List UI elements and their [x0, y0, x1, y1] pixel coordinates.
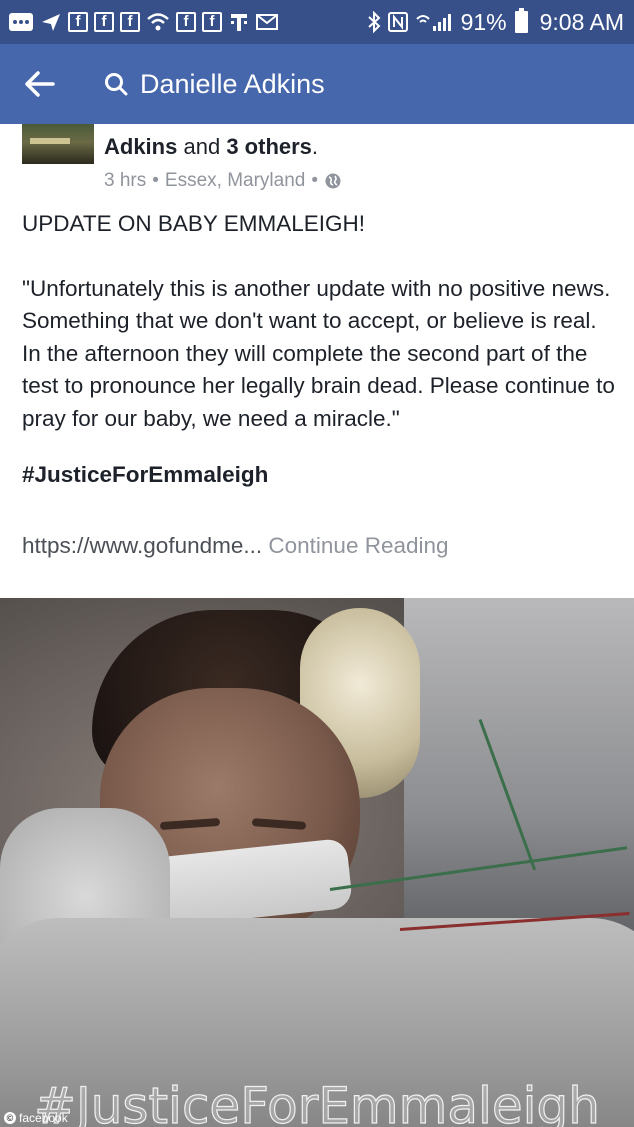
tmobile-icon: [228, 10, 250, 34]
battery-icon: [514, 8, 528, 33]
post-author-line: Adkins and 3 others.: [104, 134, 318, 160]
status-bar-system: 91% 9:08 AM: [367, 8, 624, 36]
author-avatar[interactable]: [22, 124, 94, 164]
mail-icon: [256, 10, 278, 34]
back-button[interactable]: [0, 44, 80, 124]
bluetooth-icon: [367, 10, 381, 34]
author-name[interactable]: Adkins: [104, 134, 177, 159]
signal-icon: [415, 10, 455, 34]
author-period: .: [311, 134, 319, 159]
facebook-icon: f: [94, 12, 114, 32]
top-nav-bar: Danielle Adkins: [0, 44, 634, 124]
meta-separator: •: [152, 170, 159, 191]
facebook-icon: f: [202, 12, 222, 32]
tagged-others-link[interactable]: 3 others: [226, 134, 312, 159]
photo-background-equipment: [404, 598, 634, 958]
post-photo[interactable]: #JusticeForEmmaleigh © facebook: [0, 598, 634, 1127]
facebook-icon: f: [176, 12, 196, 32]
post-link-line: https://www.gofundme... Continue Reading: [22, 530, 617, 563]
status-bar: f f f f f 91% 9:08 AM: [0, 0, 634, 44]
watermark-text: facebook: [19, 1111, 68, 1125]
gofundme-link[interactable]: https://www.gofundme...: [22, 533, 262, 558]
search-query-text: Danielle Adkins: [140, 68, 325, 99]
back-arrow-icon: [25, 71, 55, 97]
more-icon: [8, 10, 34, 34]
post-quote: "Unfortunately this is another update wi…: [22, 275, 615, 431]
author-connector: and: [183, 134, 221, 159]
post-hashtag[interactable]: #JusticeForEmmaleigh: [22, 459, 617, 492]
facebook-icon: f: [120, 12, 140, 32]
send-icon: [40, 10, 62, 34]
post-meta: 3 hrs • Essex, Maryland •: [104, 170, 342, 192]
photo-caption: #JusticeForEmmaleigh: [33, 1076, 600, 1127]
post-location[interactable]: Essex, Maryland: [165, 170, 305, 192]
search-icon: [105, 73, 128, 96]
clock: 9:08 AM: [539, 8, 624, 35]
copyright-icon: ©: [4, 1112, 16, 1124]
post-headline: UPDATE ON BABY EMMALEIGH!: [22, 211, 365, 236]
status-bar-notifications: f f f f f: [8, 10, 367, 34]
battery-percent: 91%: [460, 8, 507, 35]
nfc-icon: [387, 10, 409, 34]
facebook-watermark: © facebook: [4, 1111, 68, 1125]
wifi-icon: [146, 10, 170, 34]
post-timestamp[interactable]: 3 hrs: [104, 170, 146, 192]
search-field[interactable]: Danielle Adkins: [80, 54, 325, 114]
facebook-icon: f: [68, 12, 88, 32]
post-body: UPDATE ON BABY EMMALEIGH! "Unfortunately…: [22, 208, 617, 562]
globe-icon: [325, 173, 341, 189]
meta-separator: •: [311, 170, 319, 191]
continue-reading-link[interactable]: Continue Reading: [268, 533, 448, 558]
